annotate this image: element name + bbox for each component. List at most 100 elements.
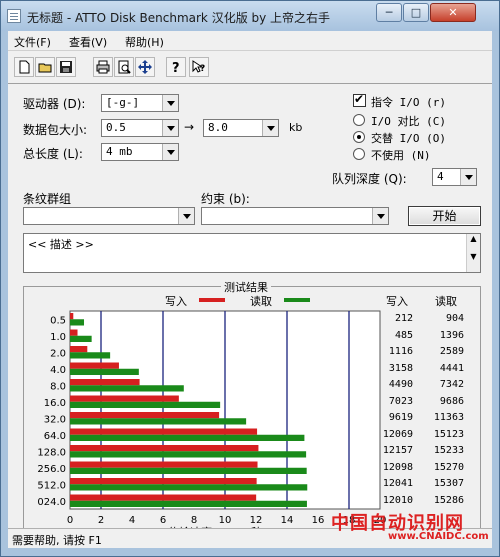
read-value: 904 <box>445 313 464 325</box>
transfer-from-value: 0.5 <box>106 121 126 134</box>
checkmark-icon: ✔ <box>354 92 365 106</box>
x-tick-label: 14 <box>281 515 294 526</box>
y-tick-label: 32.0 <box>44 414 66 425</box>
start-button[interactable]: 开始 <box>408 206 481 226</box>
menu-help[interactable]: 帮助(H) <box>125 34 164 50</box>
direct-io-label: 指令 I/O (r) <box>371 96 446 109</box>
context-help-icon[interactable]: ? <box>189 57 209 77</box>
menu-bar: 文件(F) 查看(V) 帮助(H) <box>8 31 492 50</box>
transfer-unit: kb <box>289 121 303 134</box>
read-bar <box>70 418 247 425</box>
write-bar <box>70 362 119 369</box>
arrow-right-icon: → <box>184 120 195 134</box>
chevron-down-icon[interactable] <box>162 120 178 136</box>
write-bar <box>70 395 179 402</box>
total-length-select[interactable]: 4 mb <box>101 143 179 161</box>
title-bar[interactable]: 无标题 - ATTO Disk Benchmark 汉化版 by 上帝之右手 ─… <box>1 1 499 31</box>
neither-radio[interactable] <box>353 148 365 160</box>
io-compare-radio[interactable] <box>353 114 365 126</box>
read-value: 15123 <box>433 428 464 440</box>
write-bar <box>70 412 220 419</box>
maximize-button[interactable]: □ <box>403 3 429 22</box>
constraint-label: 约束 (b): <box>201 192 250 206</box>
write-bar <box>70 478 257 485</box>
menu-view[interactable]: 查看(V) <box>69 34 107 50</box>
help-icon[interactable]: ? <box>166 57 186 77</box>
save-icon[interactable] <box>56 57 76 77</box>
menu-file[interactable]: 文件(F) <box>14 34 51 50</box>
toolbar: ? ? <box>8 50 492 84</box>
read-value: 11363 <box>433 412 464 424</box>
results-group: 测试结果 写入 读取 写入 读取 02468101214161820传输速率 -… <box>23 279 481 532</box>
write-value: 12098 <box>382 461 413 473</box>
write-bar <box>70 379 140 386</box>
read-bar <box>70 467 307 474</box>
x-tick-label: 6 <box>160 515 166 526</box>
total-length-value: 4 mb <box>106 145 133 158</box>
move-icon[interactable] <box>135 57 155 77</box>
y-tick-label: 1.0 <box>50 332 66 343</box>
write-value: 1116 <box>388 346 413 358</box>
read-bar <box>70 352 111 359</box>
write-value: 9619 <box>388 412 413 424</box>
read-bar <box>70 500 307 507</box>
constraint-select[interactable] <box>201 207 389 225</box>
queue-depth-select[interactable]: 4 <box>432 168 477 186</box>
transfer-size-label: 数据包大小: <box>23 123 88 137</box>
close-button[interactable]: ✕ <box>430 3 476 22</box>
chevron-down-icon[interactable] <box>178 208 194 224</box>
description-scrollbar[interactable]: ▲ ▼ <box>466 234 480 272</box>
x-tick-label: 12 <box>250 515 263 526</box>
queue-depth-value: 4 <box>437 170 444 183</box>
x-tick-label: 16 <box>312 515 325 526</box>
svg-text:?: ? <box>172 61 180 74</box>
y-tick-label: 512.0 <box>37 480 66 491</box>
stripe-group-select[interactable] <box>23 207 195 225</box>
neither-label: 不使用 (N) <box>371 149 431 162</box>
read-value: 4441 <box>439 362 464 374</box>
read-value: 15286 <box>433 494 464 506</box>
print-preview-icon[interactable] <box>114 57 134 77</box>
write-bar <box>70 445 259 452</box>
io-compare-label: I/O 对比 (C) <box>371 115 446 128</box>
chevron-down-icon[interactable] <box>162 144 178 160</box>
x-tick-label: 2 <box>98 515 104 526</box>
total-length-label: 总长度 (L): <box>23 147 83 161</box>
write-bar <box>70 346 88 353</box>
y-tick-label: 256.0 <box>37 464 66 475</box>
read-value: 7342 <box>439 379 464 391</box>
open-folder-icon[interactable] <box>35 57 55 77</box>
transfer-to-select[interactable]: 8.0 <box>203 119 279 137</box>
minimize-button[interactable]: ─ <box>376 3 402 22</box>
drive-value: [-g-] <box>106 96 140 109</box>
write-bar <box>70 329 78 336</box>
transfer-rate-chart: 02468101214161820传输速率 - MB / 秒0.51.02.04… <box>37 310 386 532</box>
new-file-icon[interactable] <box>14 57 34 77</box>
x-tick-label: 0 <box>67 515 73 526</box>
print-icon[interactable] <box>93 57 113 77</box>
overlapped-io-radio[interactable] <box>353 131 365 143</box>
x-tick-label: 8 <box>191 515 197 526</box>
read-bar <box>70 434 305 441</box>
write-value: 12157 <box>382 445 413 457</box>
read-value: 2589 <box>439 346 464 358</box>
direct-io-checkbox[interactable]: ✔ <box>353 92 366 107</box>
drive-select[interactable]: [-g-] <box>101 94 179 112</box>
description-textarea[interactable]: << 描述 >> ▲ ▼ <box>23 233 481 273</box>
drive-label: 驱动器 (D): <box>23 97 86 111</box>
chevron-down-icon[interactable] <box>460 169 476 185</box>
y-tick-label: 024.0 <box>37 497 66 508</box>
description-text: << 描述 >> <box>28 238 94 251</box>
transfer-from-select[interactable]: 0.5 <box>101 119 179 137</box>
read-value: 15270 <box>433 461 464 473</box>
read-bar <box>70 319 85 326</box>
chevron-down-icon[interactable] <box>372 208 388 224</box>
read-value: 15233 <box>433 445 464 457</box>
y-tick-label: 8.0 <box>50 381 66 392</box>
read-bar <box>70 451 307 458</box>
read-bar <box>70 385 184 392</box>
read-bar <box>70 368 139 375</box>
chevron-down-icon[interactable] <box>162 95 178 111</box>
chevron-down-icon[interactable] <box>262 120 278 136</box>
read-bar <box>70 335 92 342</box>
